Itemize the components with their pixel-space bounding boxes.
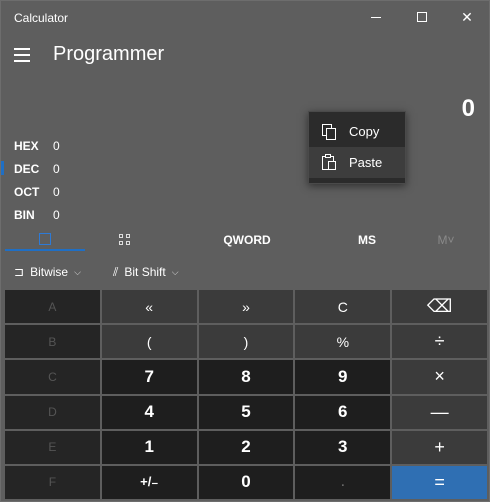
radix-label: OCT — [14, 185, 40, 199]
radix-value: 0 — [53, 208, 60, 222]
backspace-button[interactable]: ⌫ — [392, 290, 487, 324]
key-multiply[interactable]: × — [392, 360, 487, 394]
key-2[interactable]: 2 — [198, 430, 294, 464]
bitwise-label: Bitwise — [30, 265, 69, 279]
key-hex-f[interactable]: F — [5, 465, 100, 499]
title-bar: Calculator ✕ — [1, 1, 489, 33]
keypad-icon — [39, 233, 51, 245]
radix-label: BIN — [14, 208, 35, 222]
key-modulo[interactable]: % — [295, 325, 391, 359]
key-hex-e[interactable]: E — [5, 430, 100, 464]
key-left-shift[interactable]: « — [101, 290, 197, 324]
mode-tabs: QWORD MS M˅ — [1, 229, 489, 251]
key-9[interactable]: 9 — [295, 360, 391, 394]
keypad: A « » C ⌫ B ( ) % ÷ C 7 8 9 × D 4 5 6 — … — [5, 290, 487, 499]
key-hex-d[interactable]: D — [5, 395, 100, 429]
mode-title: Programmer — [53, 43, 165, 65]
hamburger-icon[interactable] — [14, 48, 30, 62]
radix-hex[interactable]: HEX 0 — [1, 134, 121, 156]
key-8[interactable]: 8 — [198, 360, 294, 394]
key-right-shift[interactable]: » — [198, 290, 294, 324]
key-hex-b[interactable]: B — [5, 325, 100, 359]
app-title: Calculator — [14, 11, 69, 25]
bit-toggle-icon — [119, 234, 131, 246]
context-paste-item[interactable]: Paste — [309, 147, 405, 178]
key-5[interactable]: 5 — [198, 395, 294, 429]
close-icon: ✕ — [461, 8, 473, 25]
calculator-window: Calculator ✕ Programmer 0 HEX 0 DEC 0 OC… — [0, 0, 490, 502]
key-clear[interactable]: C — [295, 290, 391, 324]
paste-label: Paste — [349, 155, 383, 170]
bitwise-dropdown[interactable]: ⊐ Bitwise ⌵ — [14, 259, 81, 285]
chevron-down-icon: ⌵ — [74, 266, 81, 277]
bitshift-label: Bit Shift — [124, 265, 166, 279]
tab-full-keypad[interactable] — [5, 229, 85, 251]
key-1[interactable]: 1 — [101, 430, 197, 464]
radix-value: 0 — [53, 185, 60, 199]
radix-value: 0 — [53, 162, 60, 176]
key-hex-a[interactable]: A — [5, 290, 100, 324]
key-subtract[interactable]: — — [392, 395, 487, 429]
tab-bit-toggling[interactable] — [85, 229, 165, 251]
key-equals[interactable]: = — [392, 465, 487, 499]
key-close-paren[interactable]: ) — [198, 325, 294, 359]
key-3[interactable]: 3 — [295, 430, 391, 464]
copy-label: Copy — [349, 124, 380, 139]
radix-label: DEC — [14, 162, 40, 176]
radix-label: HEX — [14, 139, 39, 153]
radix-value: 0 — [53, 139, 60, 153]
key-7[interactable]: 7 — [101, 360, 197, 394]
radix-dec[interactable]: DEC 0 — [1, 157, 121, 179]
context-copy-item[interactable]: Copy — [309, 116, 405, 147]
key-4[interactable]: 4 — [101, 395, 197, 429]
display-value: 0 — [461, 95, 475, 122]
maximize-icon — [417, 12, 427, 22]
context-menu: Copy Paste — [308, 111, 406, 184]
bitshift-dropdown[interactable]: ⫽ Bit Shift ⌵ — [113, 259, 179, 285]
memory-store-button[interactable]: MS — [321, 229, 413, 251]
close-button[interactable]: ✕ — [444, 1, 490, 33]
chevron-down-icon: ⌵ — [171, 266, 179, 277]
key-add[interactable]: + — [392, 430, 487, 464]
minimize-button[interactable] — [353, 1, 399, 33]
word-size-button[interactable]: QWORD — [201, 229, 293, 251]
bitshift-icon: ⫽ — [113, 264, 119, 279]
key-open-paren[interactable]: ( — [101, 325, 197, 359]
key-divide[interactable]: ÷ — [392, 325, 487, 359]
copy-icon — [322, 124, 336, 140]
key-0[interactable]: 0 — [198, 465, 294, 499]
key-decimal[interactable]: . — [295, 465, 391, 499]
radix-bin[interactable]: BIN 0 — [1, 203, 121, 225]
minimize-icon — [371, 16, 381, 18]
maximize-button[interactable] — [399, 1, 445, 33]
bitwise-icon: ⊐ — [14, 265, 25, 279]
radix-oct[interactable]: OCT 0 — [1, 180, 121, 202]
key-6[interactable]: 6 — [295, 395, 391, 429]
paste-icon — [322, 154, 336, 171]
memory-list-button[interactable]: M˅ — [403, 229, 489, 251]
key-hex-c[interactable]: C — [5, 360, 100, 394]
key-negate[interactable]: +/₋ — [101, 465, 197, 499]
operations-row: ⊐ Bitwise ⌵ ⫽ Bit Shift ⌵ — [1, 259, 489, 285]
